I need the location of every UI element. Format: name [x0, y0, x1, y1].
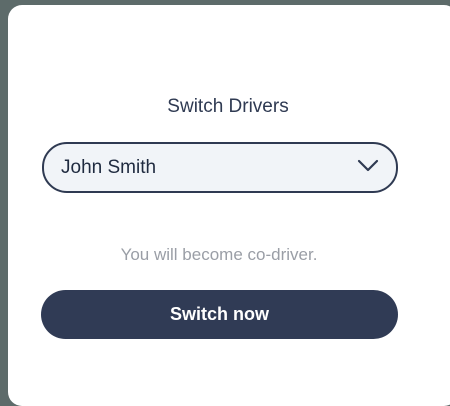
switch-drivers-dialog: Switch Drivers John Smith You will becom…: [8, 5, 450, 406]
co-driver-info-text: You will become co-driver.: [120, 245, 318, 264]
switch-now-button[interactable]: Switch now: [41, 290, 398, 339]
driver-select[interactable]: John Smith: [42, 142, 398, 193]
dialog-title: Switch Drivers: [167, 96, 289, 117]
driver-select-value: John Smith: [61, 157, 157, 178]
chevron-down-icon: [357, 159, 379, 172]
